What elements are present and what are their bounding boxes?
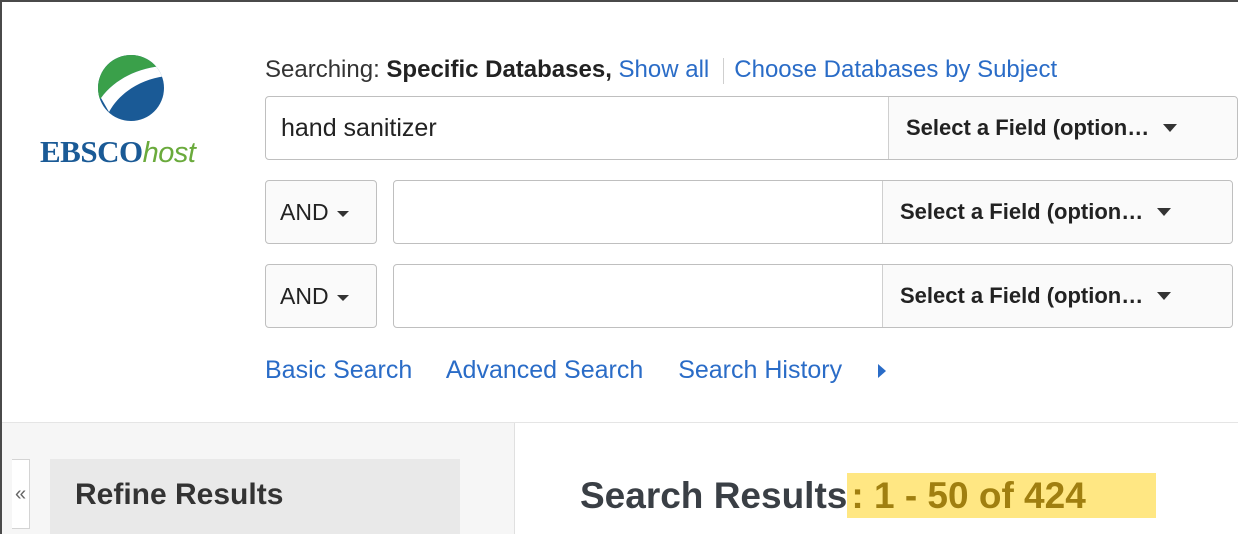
refine-results-heading: Refine Results	[50, 459, 460, 534]
boolean-operator-3[interactable]: AND	[265, 264, 377, 328]
chevron-down-icon	[1157, 292, 1172, 300]
search-input-2[interactable]	[394, 181, 882, 243]
separator	[723, 57, 725, 84]
search-mode-links: Basic Search Advanced Search Search Hist…	[265, 356, 942, 385]
field-select-2-label: Select a Field (option…	[900, 199, 1144, 224]
field-select-3-label: Select a Field (option…	[900, 283, 1144, 308]
results-heading: Search Results: 1 - 50 of 424	[580, 473, 1156, 518]
boolean-operator-2[interactable]: AND	[265, 180, 377, 244]
search-panel: EBSCOhost Searching: Specific Databases,…	[2, 2, 1238, 422]
results-section: « Refine Results Search Results: 1 - 50 …	[2, 422, 1238, 534]
logo-brand-text: EBSCO	[40, 134, 143, 169]
collapse-sidebar-button[interactable]: «	[12, 459, 30, 529]
search-row-2: AND Select a Field (option…	[265, 180, 1233, 244]
chevron-down-icon	[336, 211, 349, 217]
searching-line: Searching: Specific Databases, Show all C…	[265, 56, 1057, 84]
search-input-3[interactable]	[394, 265, 882, 327]
field-select-1-label: Select a Field (option…	[906, 115, 1150, 140]
logo-suffix-text: host	[142, 137, 196, 169]
search-row-1: Select a Field (option…	[265, 96, 1238, 160]
field-select-1[interactable]: Select a Field (option…	[888, 97, 1237, 159]
chevron-down-icon	[336, 295, 349, 301]
ebsco-globe-icon	[98, 55, 164, 121]
field-select-3[interactable]: Select a Field (option…	[882, 265, 1232, 327]
searching-scope: Specific Databases,	[386, 56, 612, 83]
results-area: Search Results: 1 - 50 of 424	[514, 423, 1238, 534]
show-all-link[interactable]: Show all	[619, 56, 710, 83]
choose-databases-link[interactable]: Choose Databases by Subject	[734, 56, 1057, 83]
searching-label: Searching:	[265, 56, 380, 83]
caret-right-icon	[878, 364, 887, 379]
ebscohost-logo[interactable]: EBSCOhost	[40, 52, 230, 182]
results-title: Search Results	[580, 475, 848, 516]
search-history-label: Search History	[678, 356, 843, 384]
chevron-down-icon	[1163, 124, 1178, 132]
advanced-search-link[interactable]: Advanced Search	[446, 356, 643, 384]
search-row-3: AND Select a Field (option…	[265, 264, 1233, 328]
chevron-down-icon	[1157, 208, 1172, 216]
logo-wordmark: EBSCOhost	[40, 134, 196, 170]
basic-search-link[interactable]: Basic Search	[265, 356, 412, 384]
results-count: : 1 - 50 of 424	[847, 473, 1156, 518]
search-history-link[interactable]: Search History	[678, 356, 914, 384]
field-select-2[interactable]: Select a Field (option…	[882, 181, 1232, 243]
boolean-operator-2-label: AND	[280, 198, 329, 225]
boolean-operator-3-label: AND	[280, 282, 329, 309]
